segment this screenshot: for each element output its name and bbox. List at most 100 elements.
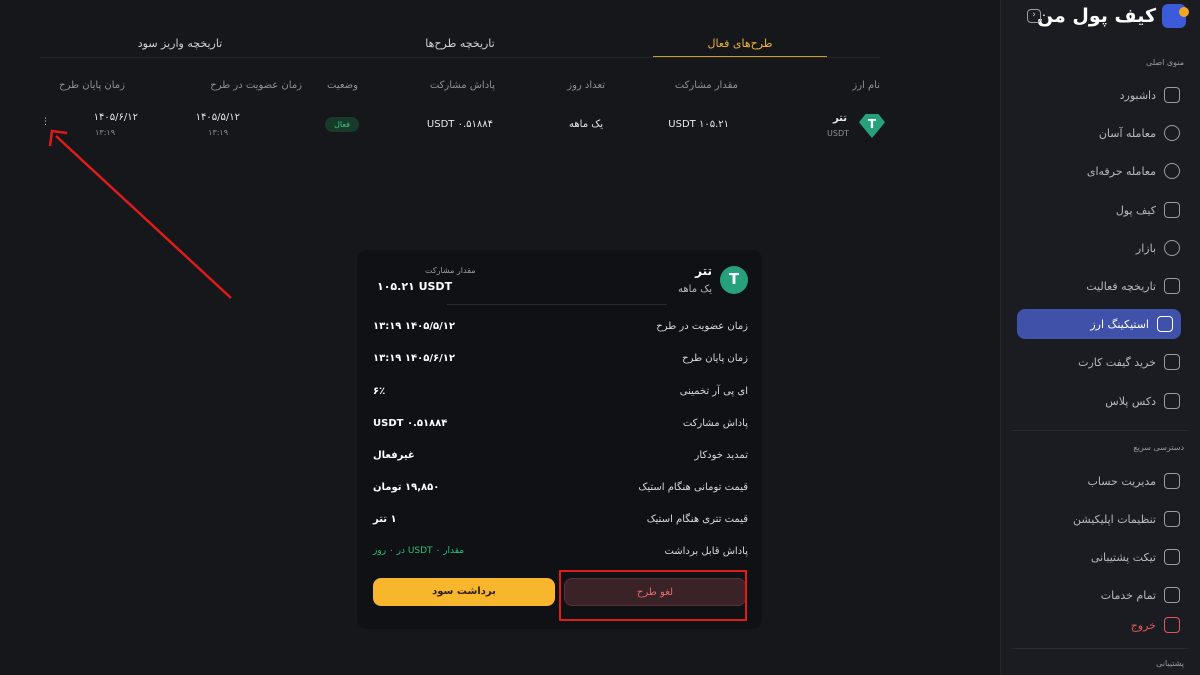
detail-row: ای پی آر تخمینی ۶٪ [371, 386, 748, 400]
coin-symbol: USDT [827, 129, 849, 138]
sidebar-item-pro-trade[interactable]: معامله حرفه‌ای [1018, 156, 1182, 186]
row-menu-icon[interactable]: ⋮ [41, 118, 50, 134]
detail-label: قیمت تومانی هنگام استیک [638, 482, 748, 493]
market-icon [1164, 240, 1180, 256]
cancel-plan-button[interactable]: لغو طرح [564, 578, 746, 606]
sidebar-item-dex-plus[interactable]: دکس پلاس [1018, 386, 1182, 416]
sidebar-divider [1012, 430, 1188, 431]
sidebar-item-label: استیکینگ ارز [1090, 317, 1149, 331]
coin-name: تتر [832, 113, 847, 124]
logout-icon [1164, 617, 1180, 633]
detail-value: ۶٪ [373, 386, 386, 397]
sidebar-item-history[interactable]: تاریخچه فعالیت [1018, 271, 1182, 301]
account-icon [1164, 473, 1180, 489]
sidebar-item-easy-trade[interactable]: معامله آسان [1018, 118, 1182, 148]
sidebar-item-support-ticket[interactable]: تیکت پشتیبانی [1018, 542, 1182, 572]
sidebar-item-label: تنظیمات اپلیکیشن [1073, 512, 1156, 526]
sidebar-item-label: مدیریت حساب [1087, 474, 1156, 488]
row-amount: ۱۰۵.۲۱ USDT [668, 119, 729, 130]
sidebar-item-all-services[interactable]: تمام خدمات [1018, 580, 1182, 610]
tether-icon: T [859, 114, 885, 138]
sidebar-item-gift-card[interactable]: خرید گیفت کارت [1018, 347, 1182, 377]
brand[interactable]: کیف پول من [1036, 4, 1189, 28]
gift-card-icon [1164, 354, 1180, 370]
sidebar-item-label: دکس پلاس [1105, 394, 1156, 408]
detail-value: غیرفعال [373, 450, 415, 461]
header-amount: مقدار مشارکت [674, 80, 738, 91]
detail-value: ۱ تتر [373, 514, 397, 525]
row-days: یک ماهه [569, 119, 603, 130]
detail-label: ای پی آر تخمینی [679, 386, 748, 397]
header-end-time: زمان پایان طرح [59, 80, 125, 91]
row-end-date: ۱۴۰۵/۶/۱۲ [93, 112, 138, 123]
detail-label: زمان پایان طرح [682, 353, 748, 364]
header-days: تعداد روز [567, 80, 605, 91]
section-quick-label: دسترسی سریع [1133, 443, 1184, 452]
detail-label: پاداش مشارکت [682, 418, 748, 429]
all-services-icon [1164, 587, 1180, 603]
withdraw-profit-button[interactable]: برداشت سود [373, 578, 555, 606]
section-main-label: منوی اصلی [1146, 58, 1184, 67]
header-reward: پاداش مشارکت [429, 80, 495, 91]
table-header: نام ارز مقدار مشارکت تعداد روز پاداش مشا… [40, 80, 885, 94]
modal-amount-label: مقدار مشارکت [425, 266, 476, 275]
header-status: وضعیت [327, 80, 358, 91]
detail-label: قیمت تتری هنگام استیک [646, 514, 748, 525]
header-coin: نام ارز [852, 80, 880, 91]
sidebar-item-label: بازار [1135, 241, 1156, 255]
collapse-sidebar-icon[interactable]: › [1027, 9, 1041, 23]
settings-icon [1164, 511, 1180, 527]
history-icon [1164, 278, 1180, 294]
sidebar-item-app-settings[interactable]: تنظیمات اپلیکیشن [1018, 504, 1182, 534]
sidebar-item-label: داشبورد [1119, 88, 1156, 102]
detail-value: ۱۴۰۵/۶/۱۲ ۱۳:۱۹ [373, 353, 455, 364]
sidebar-item-staking[interactable]: استیکینگ ارز [1017, 309, 1181, 339]
sidebar-item-label: خروج [1130, 618, 1156, 632]
detail-row: تمدید خودکار غیرفعال [371, 450, 748, 464]
table-row[interactable]: T تتر USDT ۱۰۵.۲۱ USDT یک ماهه ۰.۵۱۸۸۴ U… [40, 110, 885, 146]
sidebar-item-label: تمام خدمات [1100, 588, 1156, 602]
sidebar-item-logout[interactable]: خروج [1018, 610, 1182, 640]
detail-value: مقدار ۰ USDT در ۰ روز [373, 546, 465, 556]
row-join-date: ۱۴۰۵/۵/۱۲ [195, 112, 240, 123]
pro-trade-icon [1164, 163, 1180, 179]
sidebar-item-label: تاریخچه فعالیت [1086, 279, 1156, 293]
brand-name: کیف پول من [1036, 5, 1157, 27]
sidebar-item-wallet[interactable]: کیف پول [1018, 195, 1182, 225]
detail-value: ۱۴۰۵/۵/۱۲ ۱۳:۱۹ [373, 321, 455, 332]
tab-payout-history[interactable]: تاریخچه واریز سود [40, 28, 320, 58]
detail-label: زمان عضویت در طرح [656, 321, 748, 332]
easy-trade-icon [1164, 125, 1180, 141]
sidebar-item-label: خرید گیفت کارت [1078, 355, 1156, 369]
sidebar-divider [1012, 648, 1188, 649]
sidebar-item-account[interactable]: مدیریت حساب [1018, 466, 1182, 496]
sidebar: کیف پول من › منوی اصلی داشبورد معامله آس… [1000, 0, 1200, 675]
modal-header: T تتر یک ماهه مقدار مشارکت ۱۰۵.۲۱ USDT [371, 264, 748, 306]
row-end-time: ۱۳:۱۹ [95, 128, 115, 137]
sidebar-item-dashboard[interactable]: داشبورد [1018, 80, 1182, 110]
sidebar-item-market[interactable]: بازار [1018, 233, 1182, 263]
sidebar-item-label: معامله آسان [1098, 126, 1156, 140]
status-badge: فعال [325, 117, 359, 132]
tab-active-plans[interactable]: طرح‌های فعال [600, 28, 880, 58]
detail-value: ۰.۵۱۸۸۴ USDT [373, 418, 448, 429]
detail-row: پاداش مشارکت ۰.۵۱۸۸۴ USDT [371, 418, 748, 432]
sidebar-item-label: معامله حرفه‌ای [1086, 164, 1156, 178]
section-support-label: پشتیبانی [1156, 659, 1184, 668]
detail-label: تمدید خودکار [694, 450, 748, 461]
detail-row: زمان پایان طرح ۱۴۰۵/۶/۱۲ ۱۳:۱۹ [371, 353, 748, 367]
staking-tabs: طرح‌های فعال تاریخچه طرح‌ها تاریخچه واری… [40, 28, 880, 58]
tabs-divider [40, 57, 880, 58]
header-join-time: زمان عضویت در طرح [210, 80, 302, 91]
modal-amount: ۱۰۵.۲۱ USDT [377, 280, 453, 293]
detail-row: قیمت تتری هنگام استیک ۱ تتر [371, 514, 748, 528]
staking-icon [1157, 316, 1173, 332]
detail-row: قیمت تومانی هنگام استیک ۱۹,۸۵۰ تومان [371, 482, 748, 496]
brand-logo-icon [1162, 4, 1189, 28]
detail-row: زمان عضویت در طرح ۱۴۰۵/۵/۱۲ ۱۳:۱۹ [371, 321, 748, 335]
wallet-icon [1164, 202, 1180, 218]
modal-coin-name: تتر [695, 264, 712, 278]
tab-plans-history[interactable]: تاریخچه طرح‌ها [320, 28, 600, 58]
detail-row: پاداش قابل برداشت مقدار ۰ USDT در ۰ روز [371, 546, 748, 560]
row-join-time: ۱۳:۱۹ [208, 128, 228, 137]
